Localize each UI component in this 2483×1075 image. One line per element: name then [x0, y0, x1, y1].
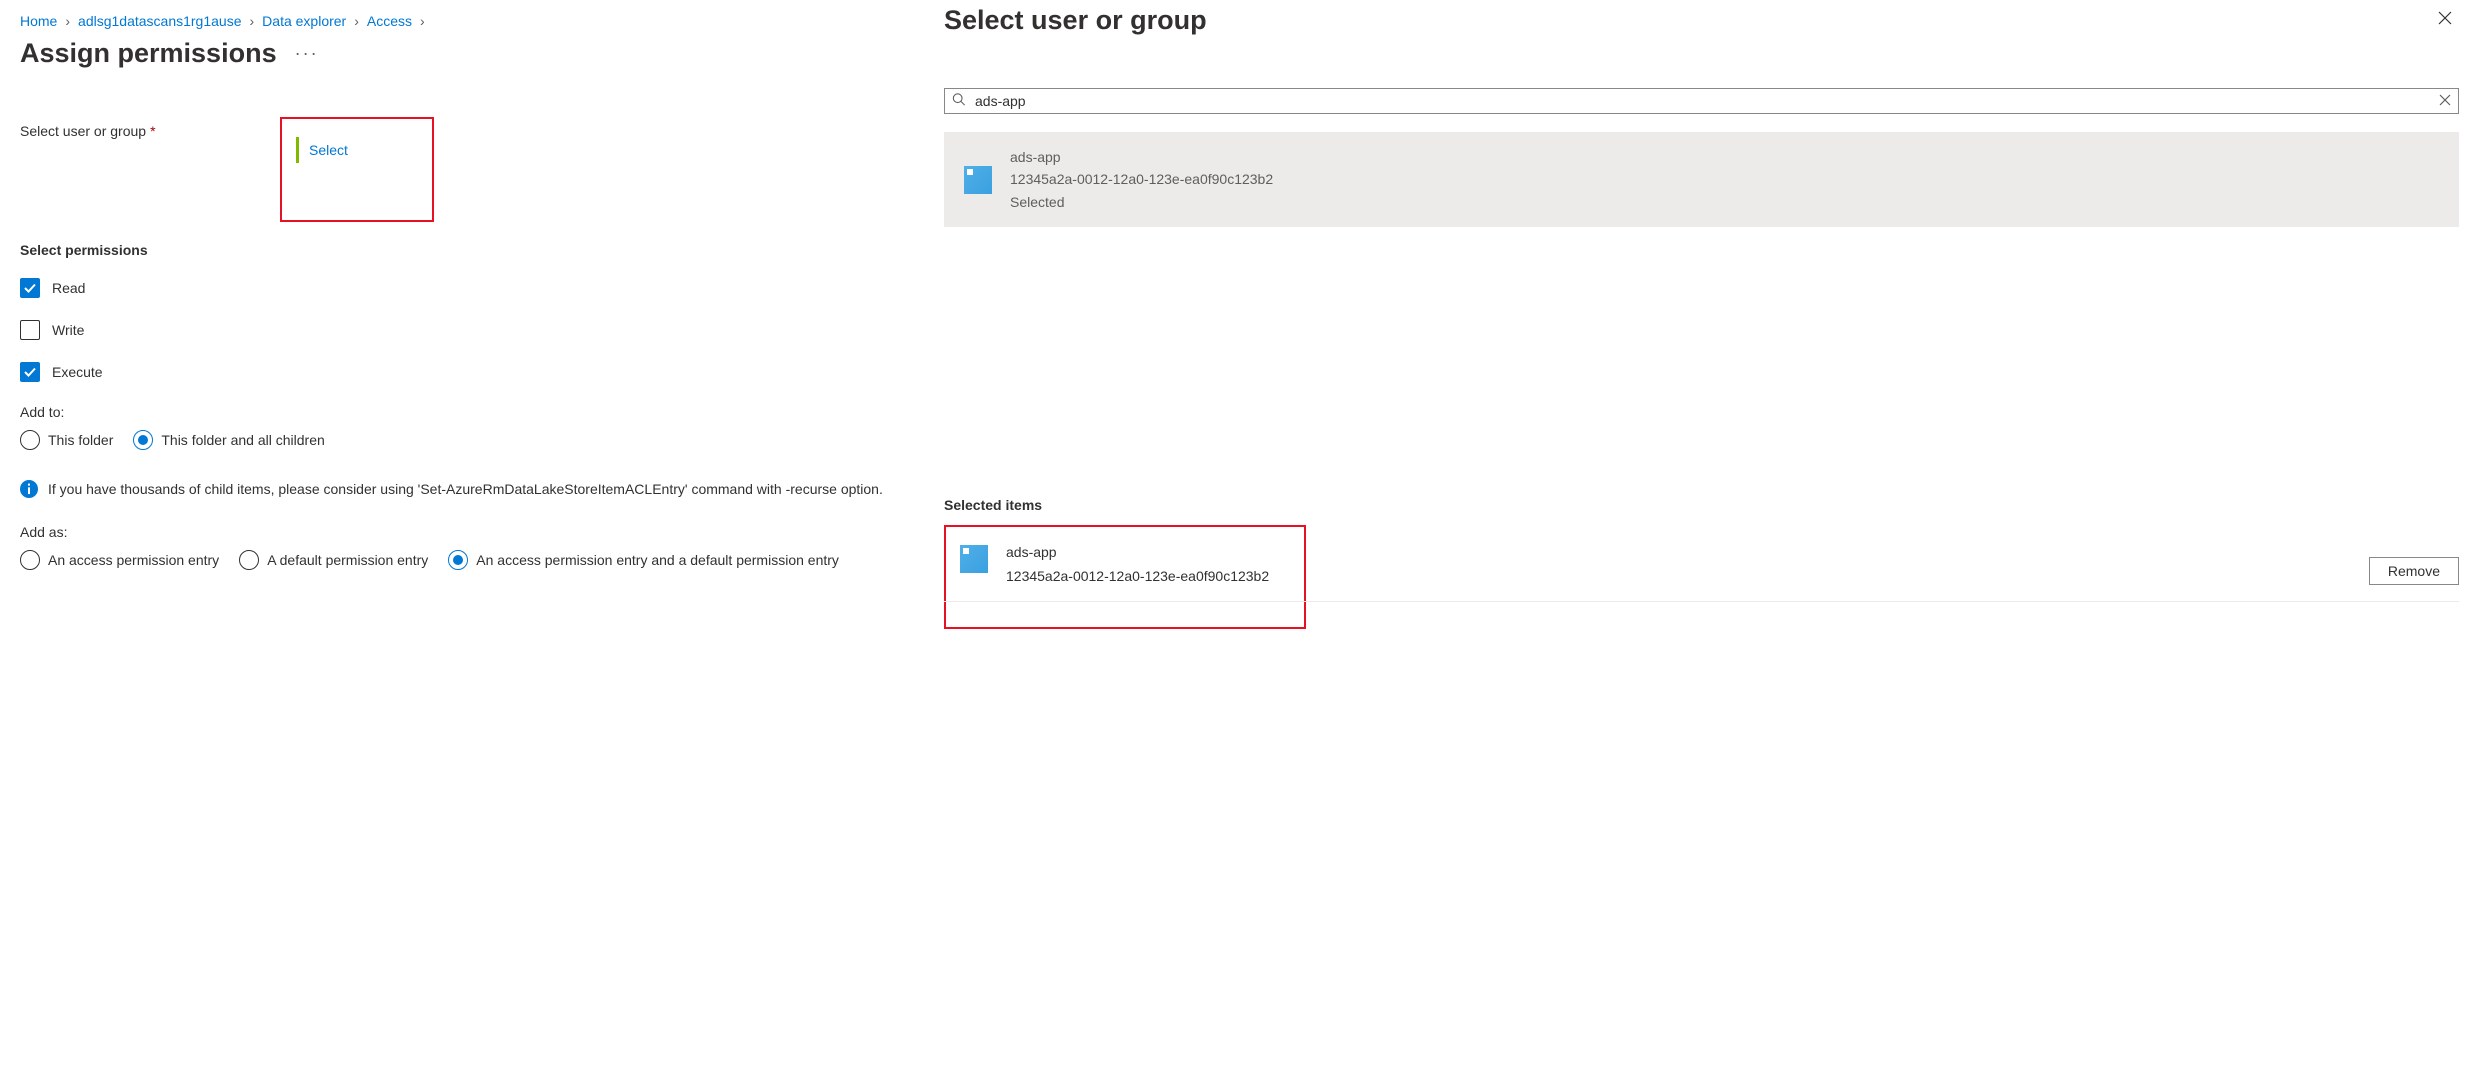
result-text: ads-app 12345a2a-0012-12a0-123e-ea0f90c1…: [1010, 146, 1273, 213]
selected-item-id: 12345a2a-0012-12a0-123e-ea0f90c123b2: [1006, 565, 1269, 589]
close-icon[interactable]: [2431, 4, 2459, 36]
info-row: If you have thousands of child items, pl…: [20, 480, 900, 498]
result-status: Selected: [1010, 191, 1273, 213]
divider: [944, 601, 2459, 602]
chevron-right-icon: ›: [250, 13, 255, 29]
more-icon[interactable]: ···: [295, 43, 319, 64]
read-checkbox[interactable]: [20, 278, 40, 298]
add-as-label: Add as:: [20, 524, 900, 540]
search-input[interactable]: [944, 88, 2459, 114]
add-as-radio-group: An access permission entry A default per…: [20, 550, 900, 570]
search-result-item[interactable]: ads-app 12345a2a-0012-12a0-123e-ea0f90c1…: [944, 132, 2459, 227]
select-link[interactable]: Select: [309, 142, 348, 158]
breadcrumb-item[interactable]: Data explorer: [262, 13, 346, 29]
main-column: Home › adlsg1datascans1rg1ause › Data ex…: [0, 0, 920, 1075]
selected-item-name: ads-app: [1006, 541, 1269, 565]
result-name: ads-app: [1010, 146, 1273, 168]
add-to-radio-group: This folder This folder and all children: [20, 430, 900, 450]
breadcrumb-item[interactable]: Access: [367, 13, 412, 29]
selected-items-heading: Selected items: [944, 497, 2459, 513]
page-title: Assign permissions: [20, 38, 277, 69]
write-label: Write: [52, 322, 84, 338]
chevron-right-icon: ›: [420, 13, 425, 29]
remove-button[interactable]: Remove: [2369, 557, 2459, 585]
breadcrumb-item[interactable]: Home: [20, 13, 57, 29]
permissions-list: Read Write Execute: [20, 278, 900, 382]
side-panel: Select user or group ads-app 12345a2a-00…: [920, 0, 2483, 1075]
selected-highlight-box: ads-app 12345a2a-0012-12a0-123e-ea0f90c1…: [944, 525, 1306, 629]
read-label: Read: [52, 280, 85, 296]
execute-checkbox[interactable]: [20, 362, 40, 382]
panel-header: Select user or group: [944, 0, 2459, 36]
panel-title: Select user or group: [944, 5, 1207, 36]
write-checkbox[interactable]: [20, 320, 40, 340]
add-as-both-entry[interactable]: An access permission entry and a default…: [448, 550, 839, 570]
add-as-default-entry[interactable]: A default permission entry: [239, 550, 428, 570]
clear-search-icon[interactable]: [2439, 93, 2451, 109]
select-user-label: Select user or group*: [20, 117, 280, 139]
add-to-label: Add to:: [20, 404, 900, 420]
selected-item-row: ads-app 12345a2a-0012-12a0-123e-ea0f90c1…: [960, 541, 1290, 589]
result-id: 12345a2a-0012-12a0-123e-ea0f90c123b2: [1010, 168, 1273, 190]
add-as-access-entry[interactable]: An access permission entry: [20, 550, 219, 570]
breadcrumb: Home › adlsg1datascans1rg1ause › Data ex…: [20, 10, 900, 32]
select-highlight-box: Select: [280, 117, 434, 222]
search-wrap: [944, 88, 2459, 114]
chevron-right-icon: ›: [354, 13, 359, 29]
chevron-right-icon: ›: [65, 13, 70, 29]
app-icon: [960, 545, 988, 573]
page-title-row: Assign permissions ···: [20, 38, 900, 69]
execute-label: Execute: [52, 364, 103, 380]
add-to-this-folder-and-children[interactable]: This folder and all children: [133, 430, 324, 450]
info-text: If you have thousands of child items, pl…: [48, 481, 883, 497]
select-user-field: Select user or group* Select: [20, 117, 900, 222]
select-permissions-heading: Select permissions: [20, 242, 900, 258]
accent-bar: [296, 137, 299, 163]
app-icon: [964, 166, 992, 194]
breadcrumb-item[interactable]: adlsg1datascans1rg1ause: [78, 13, 241, 29]
search-icon: [952, 93, 966, 110]
add-to-this-folder[interactable]: This folder: [20, 430, 113, 450]
info-icon: [20, 480, 38, 498]
